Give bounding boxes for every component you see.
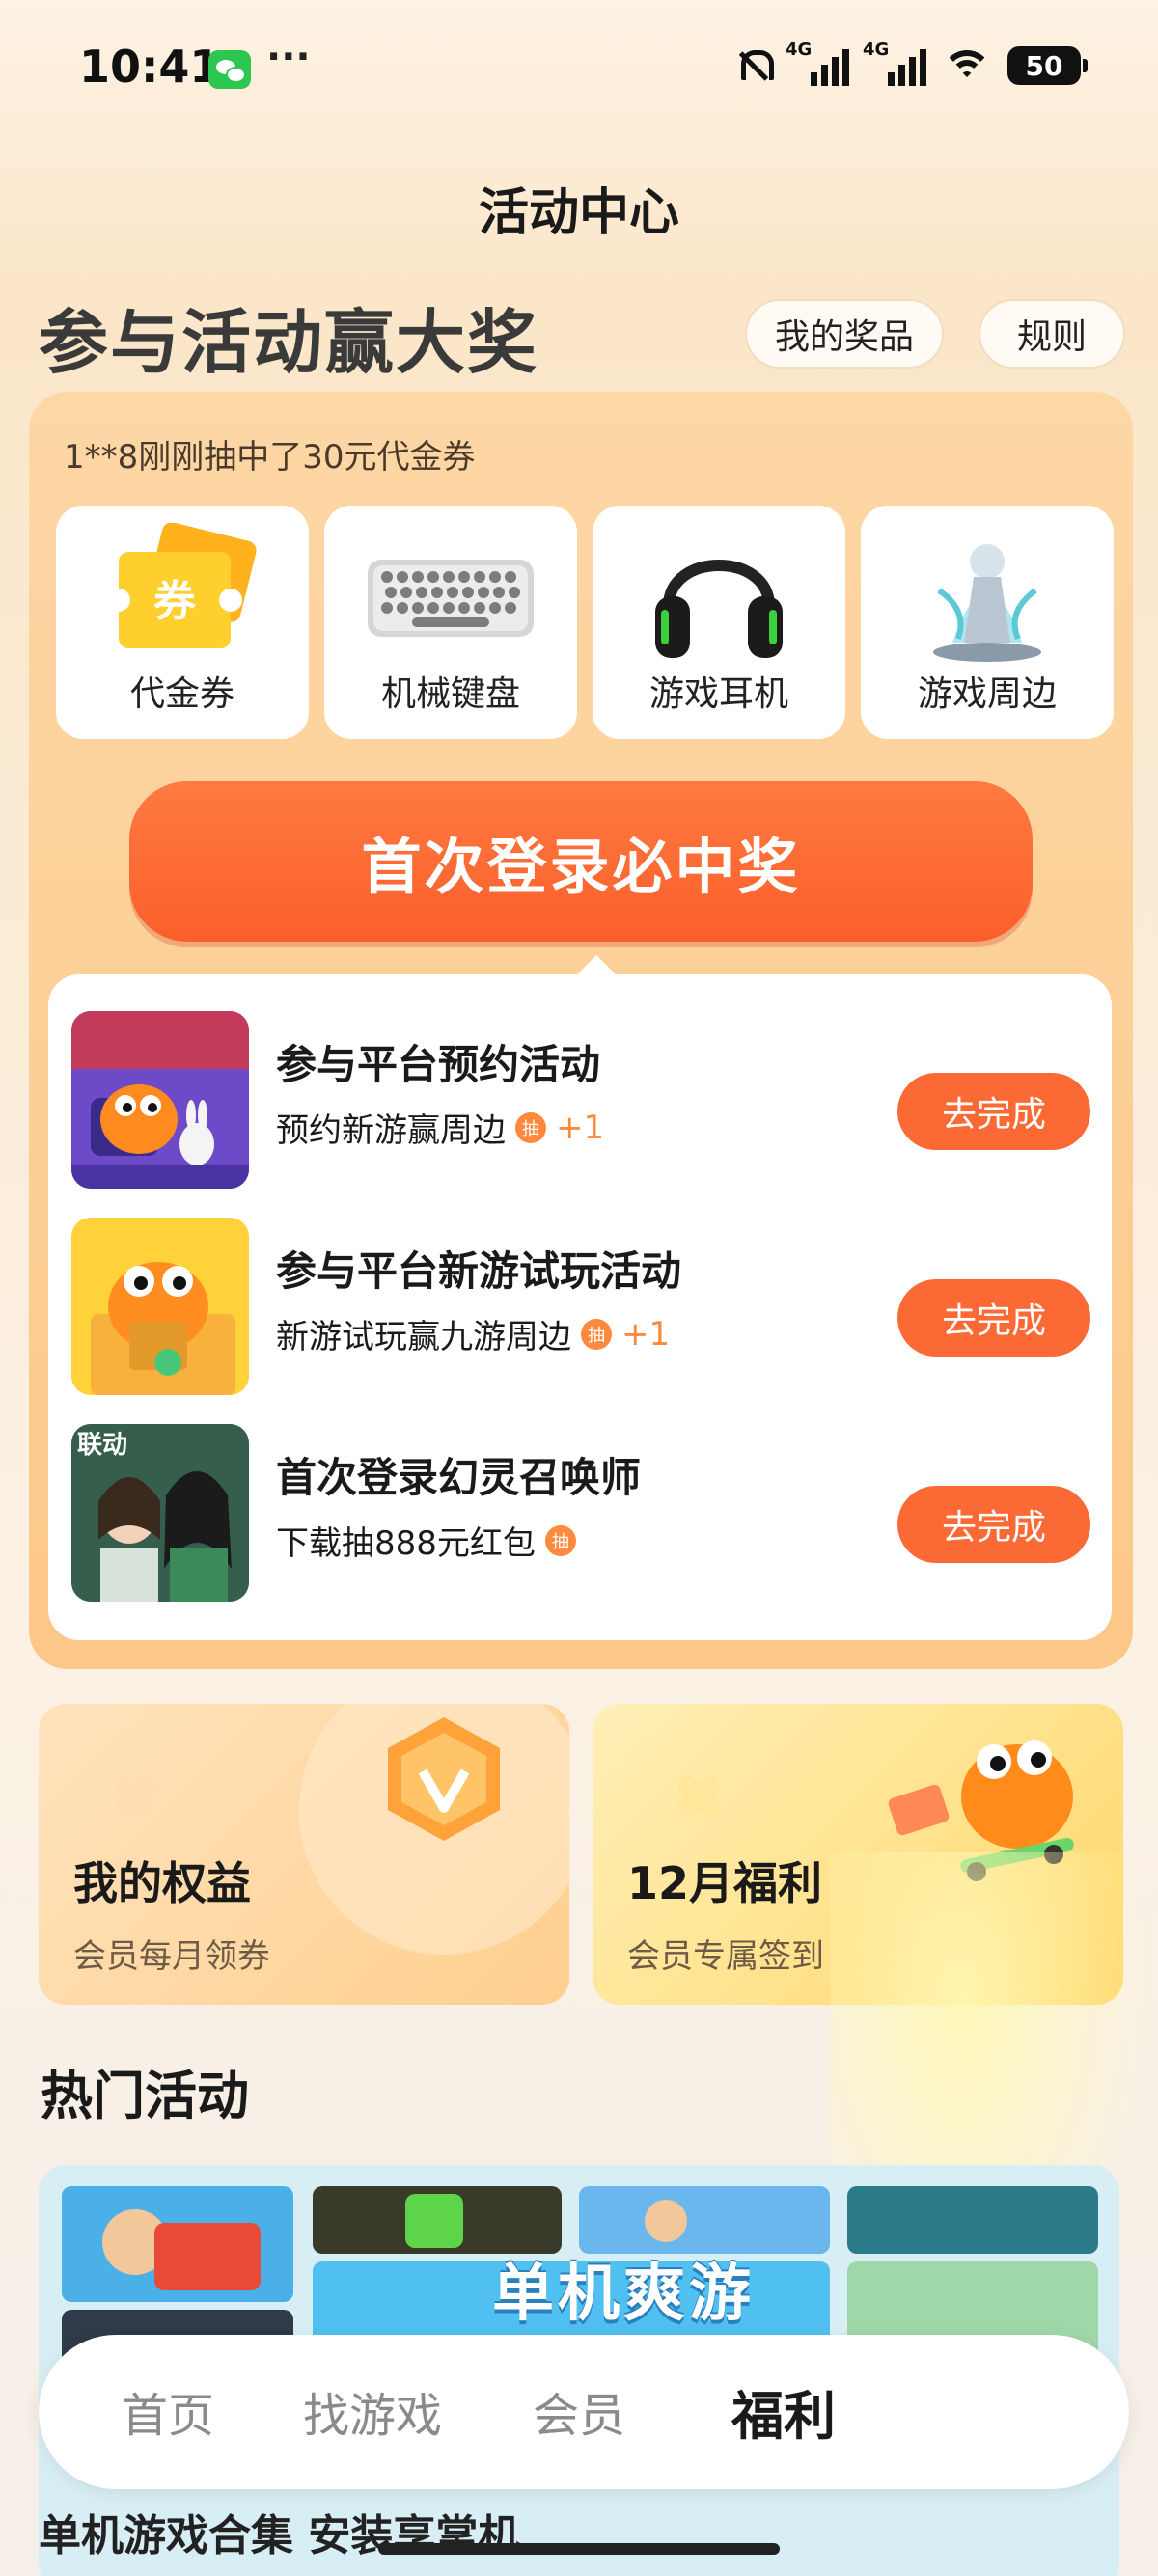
task-subtitle: 新游试玩赢九游周边 抽 +1 — [276, 1310, 670, 1357]
task-title: 参与平台预约活动 — [276, 1041, 601, 1088]
prize-merch[interactable]: 游戏周边 — [861, 506, 1114, 739]
task-subtitle-text: 新游试玩赢九游周边 — [276, 1318, 571, 1357]
panel-pointer — [575, 955, 618, 976]
prize-label: 游戏周边 — [917, 674, 1057, 714]
tab-find-games[interactable]: 找游戏 — [303, 2377, 442, 2445]
my-prizes-button[interactable]: 我的奖品 — [745, 299, 944, 369]
status-bar: 10:41 ··· 4G 4G 50 — [0, 0, 1158, 135]
task-title: 参与平台新游试玩活动 — [276, 1247, 682, 1295]
task-list: 参与平台预约活动 预约新游赢周边 抽 +1 去完成 参与平台新游试玩活动 新游试… — [48, 974, 1112, 1640]
task-subtitle: 预约新游赢周边 抽 +1 — [276, 1104, 604, 1151]
task-subtitle-text: 预约新游赢周边 — [276, 1111, 506, 1150]
tab-home[interactable]: 首页 — [122, 2377, 214, 2445]
complete-task-button[interactable]: 去完成 — [897, 1279, 1090, 1357]
more-notifications-icon: ··· — [266, 35, 311, 79]
complete-task-button[interactable]: 去完成 — [897, 1073, 1090, 1150]
game-thumbnail — [71, 1218, 249, 1395]
status-time: 10:41 — [79, 41, 221, 93]
lottery-count: +1 — [556, 1108, 605, 1147]
monthly-benefits-card[interactable]: 12月福利 会员专属签到 — [593, 1704, 1123, 2005]
promo-title: 我的权益 — [73, 1857, 251, 1909]
signal-icon: 4G — [786, 40, 849, 88]
signal-type-label: 4G — [786, 40, 813, 60]
promo-title: 12月福利 — [627, 1857, 823, 1909]
game-thumbnail: 联动 — [71, 1424, 249, 1602]
task-subtitle-text: 下载抽888元红包 — [276, 1524, 536, 1563]
page-title: 活动中心 — [478, 184, 679, 242]
keyboard-icon — [368, 523, 534, 668]
list-item: 参与平台预约活动 预约新游赢周边 抽 +1 去完成 — [48, 990, 1112, 1189]
prize-keyboard[interactable]: 机械键盘 — [324, 506, 577, 739]
rules-button[interactable]: 规则 — [979, 299, 1125, 369]
prize-label: 机械键盘 — [380, 674, 520, 714]
game-thumbnail — [71, 1011, 249, 1189]
first-login-lottery-button[interactable]: 首次登录必中奖 — [129, 781, 1033, 942]
winner-ticker: 1**8刚刚抽中了30元代金券 — [64, 438, 476, 477]
hot-activities-title: 热门活动 — [41, 2066, 249, 2126]
svg-text:券: 券 — [153, 577, 197, 626]
lottery-card: 1**8刚刚抽中了30元代金券 券 代金券 机械键盘 游戏耳机 游戏周边 首次登… — [29, 392, 1133, 1669]
mute-icon — [733, 44, 774, 87]
lottery-icon: 抽 — [544, 1524, 576, 1556]
svg-text:联动: 联动 — [77, 1431, 127, 1460]
prize-label: 代金券 — [129, 674, 234, 714]
battery-icon: 50 — [1007, 46, 1088, 85]
task-subtitle: 下载抽888元红包 抽 — [276, 1517, 576, 1564]
voucher-icon: 券 — [105, 522, 260, 668]
wechat-icon — [208, 50, 251, 89]
list-item: 参与平台新游试玩活动 新游试玩赢九游周边 抽 +1 去完成 — [48, 1196, 1112, 1395]
tab-membership[interactable]: 会员 — [533, 2377, 625, 2445]
headphones-icon — [642, 523, 796, 668]
lottery-icon: 抽 — [515, 1111, 546, 1143]
my-benefits-card[interactable]: 我的权益 会员每月领券 — [39, 1704, 569, 2005]
headline: 参与活动赢大奖 — [39, 302, 539, 383]
bottom-tab-bar: 首页 找游戏 会员 福利 — [39, 2335, 1129, 2489]
prize-label: 游戏耳机 — [648, 674, 788, 714]
lottery-count: +1 — [621, 1314, 671, 1354]
lottery-icon: 抽 — [581, 1318, 612, 1350]
prize-voucher[interactable]: 券 代金券 — [56, 506, 309, 739]
list-item: 联动 首次登录幻灵召唤师 下载抽888元红包 抽 去完成 — [48, 1403, 1112, 1602]
status-icons: 4G 4G 50 — [733, 40, 1088, 89]
prize-headphones[interactable]: 游戏耳机 — [593, 506, 845, 739]
tab-welfare[interactable]: 福利 — [731, 2373, 836, 2450]
figure-icon — [910, 523, 1064, 668]
banner-headline: 单机爽游 — [492, 2259, 755, 2330]
signal-type-label: 4G — [863, 40, 890, 60]
task-title: 首次登录幻灵召唤师 — [276, 1454, 642, 1501]
complete-task-button[interactable]: 去完成 — [897, 1486, 1090, 1563]
signal-icon: 4G — [863, 40, 926, 88]
wifi-icon — [940, 44, 994, 87]
home-indicator[interactable] — [378, 2543, 780, 2555]
promo-subtitle: 会员专属签到 — [627, 1937, 824, 1976]
promo-subtitle: 会员每月领券 — [73, 1937, 270, 1976]
